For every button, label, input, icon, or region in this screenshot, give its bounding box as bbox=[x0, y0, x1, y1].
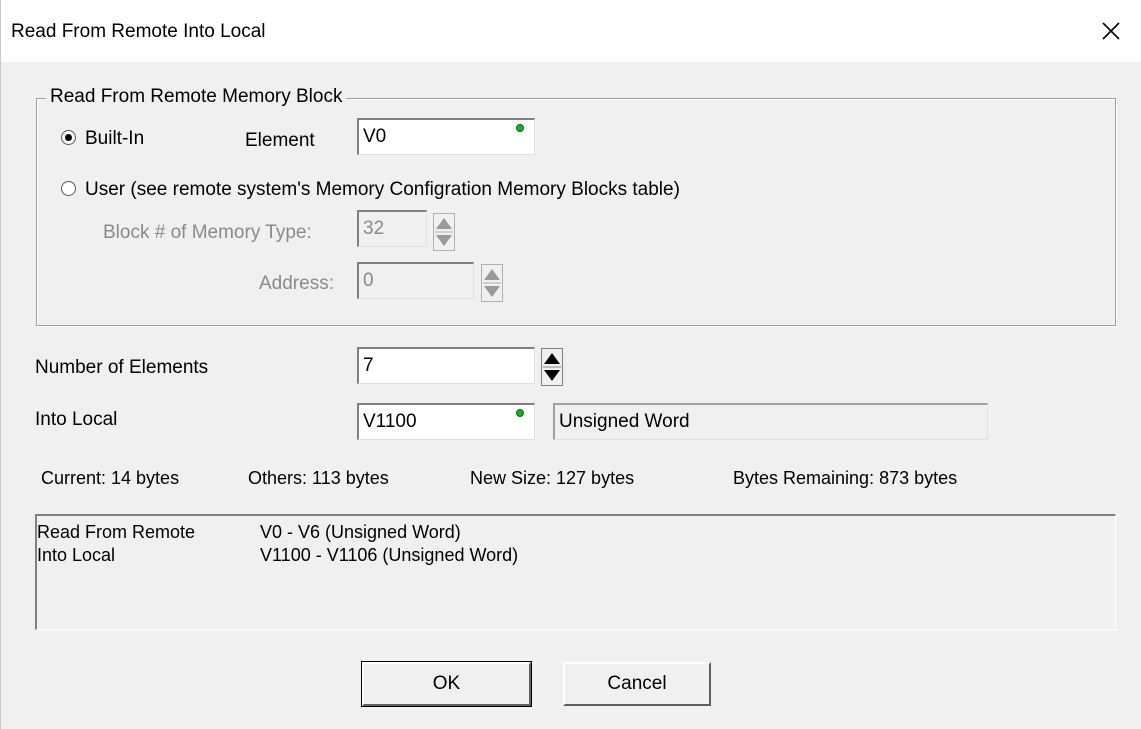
cancel-button[interactable]: Cancel bbox=[563, 662, 711, 706]
address-input[interactable]: 0 bbox=[357, 262, 474, 299]
valid-indicator-icon bbox=[516, 409, 524, 417]
valid-indicator-icon bbox=[516, 124, 524, 132]
into-local-value: V1100 bbox=[363, 411, 417, 432]
block-value: 32 bbox=[363, 218, 385, 239]
builtin-label[interactable]: Built-In bbox=[85, 128, 144, 150]
close-icon[interactable] bbox=[1095, 15, 1127, 47]
builtin-radio[interactable] bbox=[61, 130, 76, 145]
num-elements-spinner-icon[interactable] bbox=[541, 348, 563, 386]
summary-row-label: Into Local bbox=[37, 545, 116, 565]
block-input[interactable]: 32 bbox=[357, 210, 427, 247]
into-local-input[interactable]: V1100 bbox=[357, 403, 535, 440]
address-label: Address: bbox=[259, 273, 334, 294]
type-value: Unsigned Word bbox=[559, 411, 690, 432]
num-elements-label: Number of Elements bbox=[35, 357, 209, 378]
num-elements-value: 7 bbox=[363, 355, 374, 376]
radio-selected-dot bbox=[65, 134, 72, 141]
title-bar: Read From Remote Into Local bbox=[1, 0, 1141, 62]
dialog-window: Read From Remote Into Local Read From Re… bbox=[0, 0, 1141, 729]
summary-row-value: V0 - V6 (Unsigned Word) bbox=[260, 522, 461, 542]
summary-row-label: Read From Remote bbox=[37, 522, 196, 542]
summary-row-value: V1100 - V1106 (Unsigned Word) bbox=[260, 545, 519, 565]
group-legend: Read From Remote Memory Block bbox=[46, 86, 347, 108]
others-size: Others: 113 bytes bbox=[248, 468, 389, 488]
element-label: Element bbox=[245, 130, 315, 151]
address-value: 0 bbox=[363, 270, 374, 291]
ok-button[interactable]: OK bbox=[361, 661, 532, 707]
new-size: New Size: 127 bytes bbox=[470, 468, 635, 488]
num-elements-input[interactable]: 7 bbox=[357, 347, 535, 384]
current-size: Current: 14 bytes bbox=[41, 468, 180, 488]
element-value: V0 bbox=[363, 126, 387, 147]
type-display: Unsigned Word bbox=[553, 403, 988, 440]
into-local-label: Into Local bbox=[35, 409, 118, 430]
user-label[interactable]: User (see remote system's Memory Configr… bbox=[85, 179, 680, 201]
block-label: Block # of Memory Type: bbox=[103, 222, 312, 243]
summary-box: Read From Remote V0 - V6 (Unsigned Word)… bbox=[35, 514, 1116, 630]
block-spinner-icon[interactable] bbox=[433, 213, 455, 251]
element-input[interactable]: V0 bbox=[357, 118, 535, 155]
user-radio[interactable] bbox=[61, 181, 76, 196]
address-spinner-icon[interactable] bbox=[481, 264, 503, 302]
window-title: Read From Remote Into Local bbox=[11, 21, 266, 42]
bytes-remaining: Bytes Remaining: 873 bytes bbox=[733, 468, 958, 488]
remote-memory-groupbox bbox=[36, 98, 1116, 326]
